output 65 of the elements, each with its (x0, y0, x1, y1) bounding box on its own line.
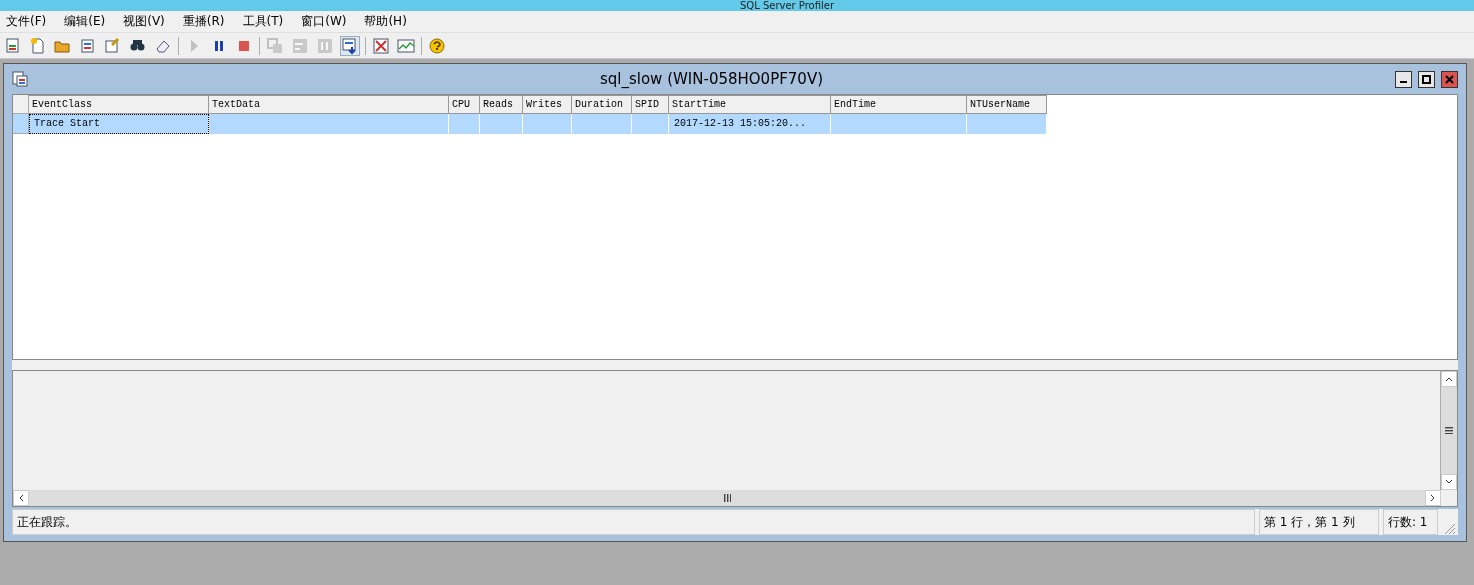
column-header[interactable]: Reads (480, 95, 523, 114)
scroll-right-button[interactable] (1425, 490, 1441, 506)
minimize-icon (1400, 80, 1407, 83)
toolbar-button[interactable] (371, 35, 391, 56)
menu-item[interactable]: 帮助(H) (362, 13, 409, 30)
toolbar-icon (79, 36, 97, 55)
toolbar-icon (29, 36, 47, 55)
app-title: SQL Server Profiler (739, 0, 835, 11)
scroll-down-button[interactable] (1441, 474, 1457, 490)
scroll-grip-icon (723, 494, 731, 502)
row-count: 行数: 1 (1383, 509, 1438, 535)
column-header[interactable]: StartTime (669, 95, 831, 114)
caret-up-icon (1445, 376, 1453, 382)
caret-left-icon (18, 494, 24, 502)
table-cell (632, 114, 669, 134)
menu-item[interactable]: 窗口(W) (299, 13, 349, 30)
column-header[interactable]: CPU (449, 95, 480, 114)
menu-item[interactable]: 编辑(E) (62, 13, 108, 30)
toolbar-button[interactable] (340, 35, 360, 56)
scroll-up-button[interactable] (1441, 371, 1457, 387)
toolbar-icon (266, 36, 284, 55)
close-icon (1445, 74, 1454, 84)
column-header[interactable]: EndTime (831, 95, 967, 114)
close-button[interactable] (1441, 70, 1458, 88)
toolbar-icon (291, 36, 309, 55)
scroll-left-button[interactable] (13, 490, 29, 506)
table-cell: Trace Start (29, 114, 209, 134)
toolbar-icon (397, 36, 415, 55)
resize-grip-icon (1442, 521, 1456, 535)
toolbar-icon (4, 36, 22, 55)
table-cell (572, 114, 632, 134)
minimize-button[interactable] (1395, 70, 1412, 88)
column-header[interactable]: Writes (523, 95, 572, 114)
splitter-bar[interactable] (12, 360, 1458, 371)
cursor-position: 第 1 行，第 1 列 (1259, 509, 1379, 535)
maximize-button[interactable] (1418, 70, 1435, 88)
caret-down-icon (1445, 479, 1453, 485)
menu-item[interactable]: 重播(R) (180, 13, 227, 30)
window-title: sql_slow (WIN-058HO0PF70V) (598, 70, 825, 88)
caret-right-icon (1430, 494, 1436, 502)
horizontal-scrollbar[interactable] (13, 490, 1441, 506)
table-cell (523, 114, 572, 134)
trace-window-icon (12, 71, 28, 87)
column-header[interactable]: SPID (632, 95, 669, 114)
menu-item[interactable]: 工具(T) (240, 13, 286, 30)
toolbar-button[interactable] (427, 35, 447, 56)
table-cell: 2017-12-13 15:05:20... (669, 114, 831, 134)
table-row[interactable]: Trace Start 2017-12-13 15:05:20... (13, 114, 1457, 134)
scroll-grip-icon (1445, 427, 1453, 434)
toolbar-icon (372, 36, 390, 55)
vertical-scrollbar[interactable] (1441, 371, 1457, 490)
toolbar-icon (428, 36, 446, 55)
column-header[interactable]: TextData (209, 95, 449, 114)
table-cell (449, 114, 480, 134)
menu-item[interactable]: 视图(V) (121, 13, 167, 30)
column-header[interactable]: NTUserName (967, 95, 1047, 114)
toolbar-icon (104, 36, 122, 55)
toolbar-icon (341, 36, 359, 55)
status-message: 正在跟踪。 (12, 509, 1255, 535)
column-header[interactable]: Duration (572, 95, 632, 114)
toolbar-icon (316, 36, 334, 55)
maximize-icon (1422, 74, 1431, 84)
table-cell (480, 114, 523, 134)
menu-item[interactable]: 文件(F) (4, 13, 49, 30)
column-header[interactable]: EventClass (29, 95, 209, 114)
